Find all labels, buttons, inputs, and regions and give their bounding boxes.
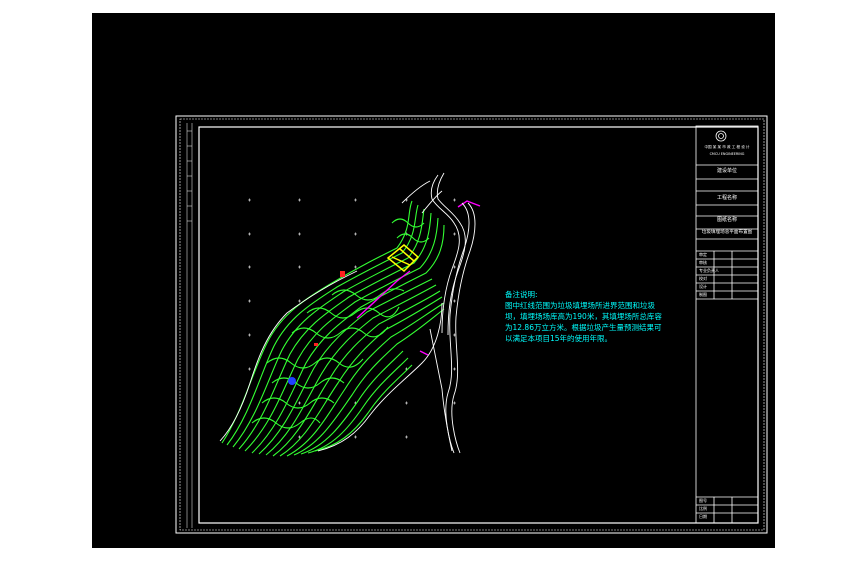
sheet-mid-frame bbox=[179, 118, 765, 531]
role-review: 审核 bbox=[699, 260, 707, 265]
survey-point bbox=[288, 377, 296, 385]
drawing-title-label: 图纸名称 bbox=[716, 217, 737, 223]
access-road bbox=[429, 172, 476, 454]
notes-heading: 备注说明: bbox=[505, 290, 538, 299]
survey-grid-crosses bbox=[248, 198, 456, 439]
role-lead: 专业负责人 bbox=[699, 268, 719, 273]
notes-line-3: 为12.86万立方米。根据垃圾产生量预测结果可 bbox=[505, 323, 662, 332]
date-label: 日期 bbox=[699, 514, 707, 519]
notes-line-4: 以满足本项目15年的使用年限。 bbox=[505, 334, 613, 343]
boundary-redline bbox=[356, 200, 481, 356]
scale-label: 比例 bbox=[699, 506, 707, 511]
project-label: 工程名称 bbox=[716, 195, 737, 201]
terrain-contours bbox=[221, 200, 445, 457]
binding-strip-ticks bbox=[187, 130, 192, 222]
drawing-name: 垃圾填埋场总平面布置图 bbox=[701, 230, 753, 235]
drawing-number-label: 图号 bbox=[699, 498, 707, 503]
role-check: 校对 bbox=[699, 276, 707, 281]
notes-line-1: 图中红线范围为垃圾填埋场所进界范围和垃圾 bbox=[505, 301, 655, 310]
cad-drawing-canvas bbox=[175, 115, 768, 534]
sheet-outer-frame bbox=[175, 115, 768, 534]
cad-viewport[interactable]: 备注说明: 图中红线范围为垃圾填埋场所进界范围和垃圾 坝，填埋场场库高为190米… bbox=[92, 13, 775, 548]
dam-structure bbox=[386, 244, 420, 273]
role-draft: 制图 bbox=[699, 292, 707, 297]
company-name-en: CMCU ENGINEERING bbox=[709, 152, 745, 156]
role-approve: 审定 bbox=[699, 252, 707, 257]
client-label: 建设单位 bbox=[716, 168, 737, 174]
role-design: 设计 bbox=[699, 284, 707, 289]
design-notes: 备注说明: 图中红线范围为垃圾填埋场所进界范围和垃圾 坝，填埋场场库高为190米… bbox=[505, 289, 675, 344]
notes-line-2: 坝，填埋场场库高为190米，其填埋场所总库容 bbox=[505, 312, 662, 321]
title-block: 中国 某 某 市 政 工 程 设 计 CMCU ENGINEERING 建设单位… bbox=[697, 125, 757, 522]
company-name: 中国 某 某 市 政 工 程 设 计 bbox=[704, 145, 750, 149]
